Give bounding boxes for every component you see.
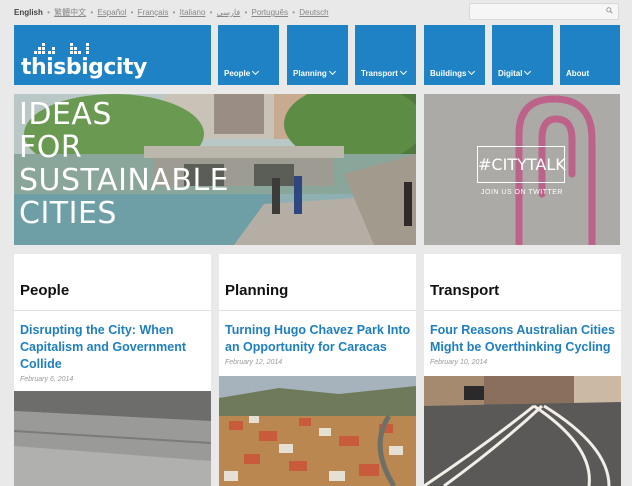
article-card-planning: Planning Turning Hugo Chavez Park Into a… — [219, 254, 416, 486]
nav-digital[interactable]: Digital — [492, 25, 553, 85]
nav-transport[interactable]: Transport — [355, 25, 416, 85]
citytalk-subtitle: JOIN US ON TWITTER — [481, 189, 563, 196]
article-card-people: People Disrupting the City: When Capital… — [14, 254, 211, 486]
citytalk-hashtag: #CITYTALK — [477, 146, 566, 183]
language-link[interactable]: Deutsch — [299, 8, 328, 17]
language-link[interactable]: 繁體中文 — [54, 8, 86, 17]
language-current: English — [14, 8, 43, 17]
logo-wordmark: thisbigcity — [21, 55, 147, 80]
nav-about[interactable]: About — [560, 25, 620, 85]
nav-buildings[interactable]: Buildings — [424, 25, 485, 85]
language-link[interactable]: Italiano — [180, 8, 206, 17]
nav-people[interactable]: People — [218, 25, 279, 85]
card-title-link[interactable]: Disrupting the City: When Capitalism and… — [20, 322, 208, 373]
card-date: February 12, 2014 — [225, 359, 283, 366]
chevron-down-icon — [468, 67, 476, 76]
card-category: People — [20, 282, 70, 299]
card-title-link[interactable]: Turning Hugo Chavez Park Into an Opportu… — [225, 322, 413, 356]
language-bar: English • 繁體中文 • Español • Français • It… — [14, 8, 329, 17]
hero-title-line: CITIES — [19, 196, 117, 231]
card-image[interactable] — [424, 376, 621, 486]
logo-dots-icon — [34, 43, 89, 54]
divider — [219, 310, 416, 311]
card-category: Planning — [225, 282, 289, 299]
hero-title-line: FOR — [19, 130, 83, 165]
language-link[interactable]: Español — [97, 8, 126, 17]
site-logo[interactable]: thisbigcity — [14, 25, 211, 85]
search-box — [469, 3, 619, 22]
nav-label: Buildings — [430, 69, 467, 78]
article-card-transport: Transport Four Reasons Australian Cities… — [424, 254, 621, 486]
language-link[interactable]: Français — [138, 8, 169, 17]
hero-title: IDEAS FOR SUSTAINABLE CITIES — [19, 98, 229, 230]
card-category: Transport — [430, 282, 500, 299]
hero-title-line: SUSTAINABLE — [19, 163, 230, 198]
language-link[interactable]: Português — [251, 8, 287, 17]
search-input[interactable] — [470, 6, 600, 22]
language-link[interactable]: فارسی — [217, 8, 241, 17]
nav-label: Planning — [293, 69, 327, 78]
citytalk-promo[interactable]: #CITYTALK JOIN US ON TWITTER — [424, 94, 620, 245]
nav-label: About — [566, 69, 590, 78]
nav-label: People — [224, 69, 251, 78]
nav-planning[interactable]: Planning — [287, 25, 348, 85]
card-image[interactable] — [14, 391, 211, 486]
card-date: February 10, 2014 — [430, 359, 488, 366]
nav-label: Transport — [361, 69, 398, 78]
card-title-link[interactable]: Four Reasons Australian Cities Might be … — [430, 322, 618, 356]
chevron-down-icon — [328, 67, 336, 76]
divider — [14, 310, 211, 311]
divider — [424, 310, 621, 311]
chevron-down-icon — [252, 67, 260, 76]
chevron-down-icon — [399, 67, 407, 76]
card-image[interactable] — [219, 376, 416, 486]
chevron-down-icon — [524, 67, 532, 76]
hero-title-line: IDEAS — [19, 97, 112, 132]
nav-label: Digital — [498, 69, 523, 78]
search-icon[interactable] — [606, 7, 613, 14]
card-date: February 6, 2014 — [20, 376, 74, 383]
hero-banner[interactable]: IDEAS FOR SUSTAINABLE CITIES — [14, 94, 416, 245]
